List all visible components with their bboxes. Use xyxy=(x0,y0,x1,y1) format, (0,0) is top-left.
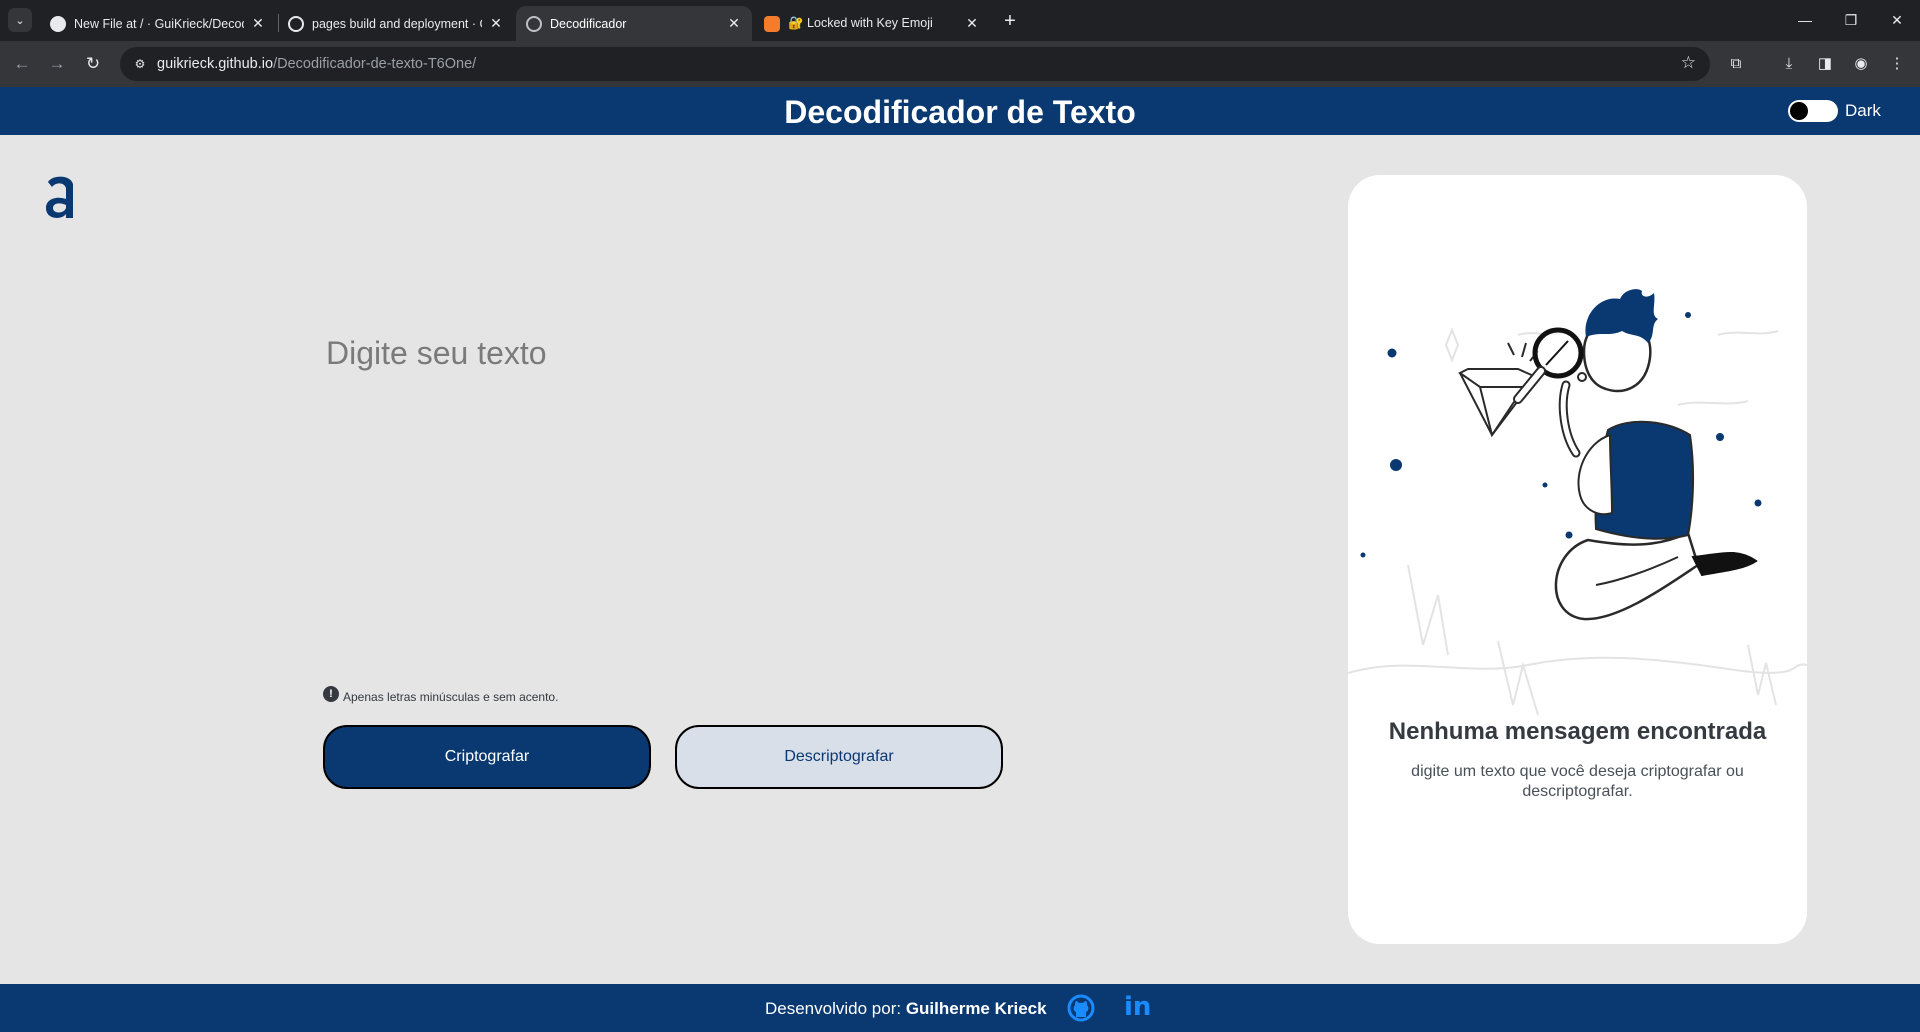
alura-logo-icon xyxy=(46,176,73,218)
forward-button[interactable]: → xyxy=(43,50,71,78)
tab-decodificador[interactable]: Decodificador ✕ xyxy=(516,6,752,41)
globe-icon xyxy=(526,15,542,32)
menu-kebab-icon[interactable]: ⋮ xyxy=(1886,53,1908,75)
download-icon[interactable]: ⤓ xyxy=(1778,53,1800,75)
bookmark-star-icon[interactable]: ☆ xyxy=(1681,53,1696,73)
side-panel-icon[interactable]: ◨ xyxy=(1814,53,1836,75)
tab-new-file[interactable]: New File at / · GuiKrieck/Decodificador … xyxy=(40,6,276,41)
page-title: Decodificador de Texto xyxy=(784,94,1136,130)
tab-pages-build[interactable]: pages build and deployment · GuiKrieck ✕ xyxy=(278,6,514,41)
close-window-button[interactable]: ✕ xyxy=(1874,6,1920,34)
browser-toolbar: ← → ↻ ⚙ guikrieck.github.io/Decodificado… xyxy=(0,41,1920,87)
github-icon xyxy=(50,15,66,32)
empty-output-text: digite um texto que você deseja criptogr… xyxy=(1411,763,1744,800)
restore-button[interactable]: ❐ xyxy=(1828,6,1874,34)
decrypt-button[interactable]: Descriptografar xyxy=(675,725,1003,789)
tab-title: Decodificador xyxy=(550,16,627,31)
tab-search-button[interactable]: ⌄ xyxy=(8,8,32,32)
dark-mode-toggle[interactable] xyxy=(1788,100,1838,122)
url-text[interactable]: guikrieck.github.io/Decodificador-de-tex… xyxy=(157,56,476,72)
extensions-icon[interactable]: ⧉ xyxy=(1725,53,1747,75)
reload-button[interactable]: ↻ xyxy=(79,50,107,78)
toggle-knob xyxy=(1790,102,1808,120)
exclamation-circle-icon: ! xyxy=(323,686,339,702)
page-header: Decodificador de Texto Dark xyxy=(0,87,1920,135)
close-icon[interactable]: ✕ xyxy=(964,15,980,32)
minimize-button[interactable]: — xyxy=(1782,6,1828,34)
empty-output-title: Nenhuma mensagem encontrada xyxy=(1388,718,1767,745)
tab-locked-emoji[interactable]: 🔐 Locked with Key Emoji ✕ xyxy=(754,6,990,41)
profile-avatar-icon[interactable]: ◉ xyxy=(1850,53,1872,75)
output-panel: Nenhuma mensagem encontrada digite um te… xyxy=(1348,175,1807,944)
person-with-magnifier-illustration xyxy=(1348,289,1807,716)
hint-text: Apenas letras minúsculas e sem acento. xyxy=(343,690,559,704)
footer-credit: Desenvolvido por: Guilherme Krieck xyxy=(765,999,1047,1018)
close-icon[interactable]: ✕ xyxy=(726,15,742,32)
tab-title: 🔐 Locked with Key Emoji xyxy=(788,16,933,30)
page-footer: Desenvolvido por: Guilherme Krieck in xyxy=(0,984,1920,1032)
encrypt-button[interactable]: Criptografar xyxy=(323,725,651,789)
browser-tabstrip: ⌄ New File at / · GuiKrieck/Decodificado… xyxy=(0,0,1920,41)
back-button[interactable]: ← xyxy=(8,50,36,78)
site-info-icon[interactable]: ⚙ xyxy=(132,56,148,72)
address-bar[interactable]: ⚙ guikrieck.github.io/Decodificador-de-t… xyxy=(120,47,1710,81)
author-name: Guilherme Krieck xyxy=(905,999,1047,1018)
tab-title: pages build and deployment · GuiKrieck xyxy=(312,16,482,31)
new-tab-button[interactable]: + xyxy=(996,8,1024,36)
dark-mode-label: Dark xyxy=(1845,101,1881,120)
tab-title: New File at / · GuiKrieck/Decodificador xyxy=(74,16,244,31)
close-icon[interactable]: ✕ xyxy=(250,15,266,32)
message-input[interactable] xyxy=(326,335,1026,665)
github-actions-icon xyxy=(288,15,304,32)
close-icon[interactable]: ✕ xyxy=(488,15,504,32)
github-icon[interactable] xyxy=(1066,993,1096,1023)
linkedin-icon[interactable]: in xyxy=(1124,992,1154,1022)
emojipedia-icon xyxy=(764,15,780,32)
input-hint: ! Apenas letras minúsculas e sem acento. xyxy=(323,686,559,704)
